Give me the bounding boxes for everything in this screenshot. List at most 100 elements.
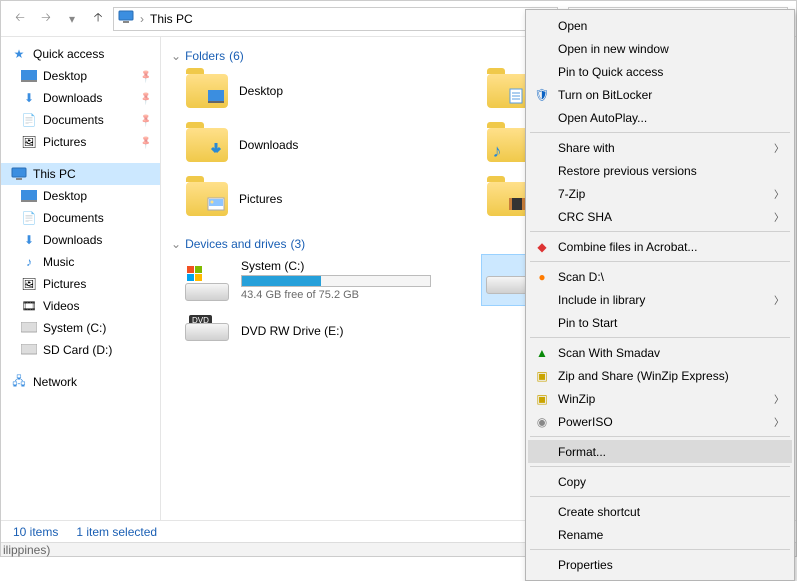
submenu-arrow-icon: 〉 bbox=[774, 140, 784, 155]
separator bbox=[530, 261, 790, 262]
breadcrumb-chevron-icon[interactable]: › bbox=[140, 12, 144, 26]
ctx-restore-versions[interactable]: Restore previous versions bbox=[528, 159, 792, 182]
sidebar-item-label: This PC bbox=[33, 167, 76, 181]
folder-downloads[interactable]: Downloads bbox=[185, 125, 486, 165]
ctx-create-shortcut[interactable]: Create shortcut bbox=[528, 500, 792, 523]
up-button[interactable]: 🡡 bbox=[87, 8, 109, 30]
ctx-include-library[interactable]: Include in library〉 bbox=[528, 288, 792, 311]
sidebar-item-label: Desktop bbox=[43, 189, 87, 203]
separator bbox=[530, 496, 790, 497]
ctx-winzip[interactable]: ▣WinZip〉 bbox=[528, 387, 792, 410]
ctx-winzip-express[interactable]: ▣Zip and Share (WinZip Express) bbox=[528, 364, 792, 387]
ctx-scan-d[interactable]: ●Scan D:\ bbox=[528, 265, 792, 288]
item-label: Desktop bbox=[239, 84, 283, 98]
drive-dvd-rw-e[interactable]: DVD DVD RW Drive (E:) bbox=[185, 315, 486, 347]
sidebar-item-label: Documents bbox=[43, 113, 104, 127]
sidebar-item-sd-card-d[interactable]: SD Card (D:) bbox=[1, 339, 160, 361]
dvd-drive-icon: DVD bbox=[185, 315, 231, 347]
acrobat-icon: ◆ bbox=[534, 239, 550, 255]
folder-icon bbox=[486, 179, 530, 219]
ctx-format[interactable]: Format... bbox=[528, 440, 792, 463]
drive-system-c[interactable]: System (C:) 43.4 GB free of 75.2 GB bbox=[185, 259, 486, 301]
folder-icon bbox=[185, 179, 229, 219]
pictures-icon: 🖼 bbox=[21, 134, 37, 150]
ctx-crc-sha[interactable]: CRC SHA〉 bbox=[528, 205, 792, 228]
winzip-icon: ▣ bbox=[534, 368, 550, 384]
pictures-icon: 🖼 bbox=[21, 276, 37, 292]
downloads-icon: ⬇ bbox=[21, 232, 37, 248]
videos-icon: 🎞 bbox=[21, 298, 37, 314]
item-label: Pictures bbox=[239, 192, 282, 206]
sidebar-item-documents[interactable]: 📄Documents bbox=[1, 109, 160, 131]
drive-icon bbox=[21, 342, 37, 358]
submenu-arrow-icon: 〉 bbox=[774, 209, 784, 224]
documents-icon: 📄 bbox=[21, 210, 37, 226]
sidebar-item-label: Pictures bbox=[43, 135, 86, 149]
sidebar-quick-access[interactable]: ★ Quick access bbox=[1, 43, 160, 65]
sidebar-item-videos[interactable]: 🎞Videos bbox=[1, 295, 160, 317]
ctx-open-autoplay[interactable]: Open AutoPlay... bbox=[528, 106, 792, 129]
drive-free-text: 43.4 GB free of 75.2 GB bbox=[241, 289, 431, 301]
this-pc-icon bbox=[118, 9, 134, 28]
ctx-open-new-window[interactable]: Open in new window bbox=[528, 37, 792, 60]
drive-name: DVD RW Drive (E:) bbox=[241, 324, 343, 338]
capacity-bar bbox=[241, 275, 431, 287]
ctx-pin-start[interactable]: Pin to Start bbox=[528, 311, 792, 334]
folder-icon bbox=[185, 125, 229, 165]
back-button[interactable]: 🡠 bbox=[9, 8, 31, 30]
ctx-share-with[interactable]: Share with〉 bbox=[528, 136, 792, 159]
sidebar-network[interactable]: 🖧Network bbox=[1, 371, 160, 393]
separator bbox=[530, 549, 790, 550]
sidebar-this-pc[interactable]: This PC bbox=[1, 163, 160, 185]
ctx-rename[interactable]: Rename bbox=[528, 523, 792, 546]
forward-button[interactable]: 🡢 bbox=[35, 8, 57, 30]
ctx-pin-quick-access[interactable]: Pin to Quick access bbox=[528, 60, 792, 83]
ctx-bitlocker[interactable]: 🛡Turn on BitLocker bbox=[528, 83, 792, 106]
item-label: Downloads bbox=[239, 138, 298, 152]
ctx-properties[interactable]: Properties bbox=[528, 553, 792, 576]
address-bar[interactable]: › This PC bbox=[113, 7, 558, 31]
sidebar-item-downloads[interactable]: ⬇Downloads bbox=[1, 87, 160, 109]
folder-desktop[interactable]: Desktop bbox=[185, 71, 486, 111]
submenu-arrow-icon: 〉 bbox=[774, 186, 784, 201]
status-item-count: 10 items bbox=[13, 525, 58, 539]
sidebar-item-desktop[interactable]: Desktop bbox=[1, 65, 160, 87]
separator bbox=[530, 466, 790, 467]
folder-pictures[interactable]: Pictures bbox=[185, 179, 486, 219]
chevron-down-icon: ⌄ bbox=[171, 237, 181, 251]
folder-icon bbox=[185, 71, 229, 111]
sidebar-item-documents[interactable]: 📄Documents bbox=[1, 207, 160, 229]
avast-icon: ● bbox=[534, 269, 550, 285]
breadcrumb-location[interactable]: This PC bbox=[150, 12, 193, 26]
smadav-icon: ▲ bbox=[534, 345, 550, 361]
sidebar-item-pictures[interactable]: 🖼Pictures bbox=[1, 273, 160, 295]
sidebar-item-label: Downloads bbox=[43, 91, 102, 105]
shield-icon: 🛡 bbox=[534, 87, 550, 103]
group-title: Devices and drives bbox=[185, 237, 286, 251]
submenu-arrow-icon: 〉 bbox=[774, 292, 784, 307]
group-title: Folders bbox=[185, 49, 225, 63]
recent-dropdown[interactable]: ▾ bbox=[61, 8, 83, 30]
sidebar-item-label: Downloads bbox=[43, 233, 102, 247]
ctx-combine-acrobat[interactable]: ◆Combine files in Acrobat... bbox=[528, 235, 792, 258]
sidebar-item-desktop[interactable]: Desktop bbox=[1, 185, 160, 207]
sidebar-item-system-c[interactable]: System (C:) bbox=[1, 317, 160, 339]
drive-icon bbox=[21, 320, 37, 336]
drive-icon bbox=[185, 264, 231, 296]
ctx-7zip[interactable]: 7-Zip〉 bbox=[528, 182, 792, 205]
sidebar-item-pictures[interactable]: 🖼 Pictures bbox=[1, 131, 160, 153]
ctx-copy[interactable]: Copy bbox=[528, 470, 792, 493]
group-count: (3) bbox=[290, 237, 305, 251]
sidebar-item-label: System (C:) bbox=[43, 321, 106, 335]
status-selected-count: 1 item selected bbox=[76, 525, 157, 539]
separator bbox=[530, 132, 790, 133]
ctx-open[interactable]: Open bbox=[528, 14, 792, 37]
ctx-poweriso[interactable]: ◉PowerISO〉 bbox=[528, 410, 792, 433]
sidebar-item-downloads[interactable]: ⬇ Downloads bbox=[1, 229, 160, 251]
sidebar-item-music[interactable]: ♪Music bbox=[1, 251, 160, 273]
ctx-scan-smadav[interactable]: ▲Scan With Smadav bbox=[528, 341, 792, 364]
separator bbox=[530, 436, 790, 437]
star-icon: ★ bbox=[11, 46, 27, 62]
sidebar-item-label: Music bbox=[43, 255, 74, 269]
context-menu: Open Open in new window Pin to Quick acc… bbox=[525, 9, 795, 581]
